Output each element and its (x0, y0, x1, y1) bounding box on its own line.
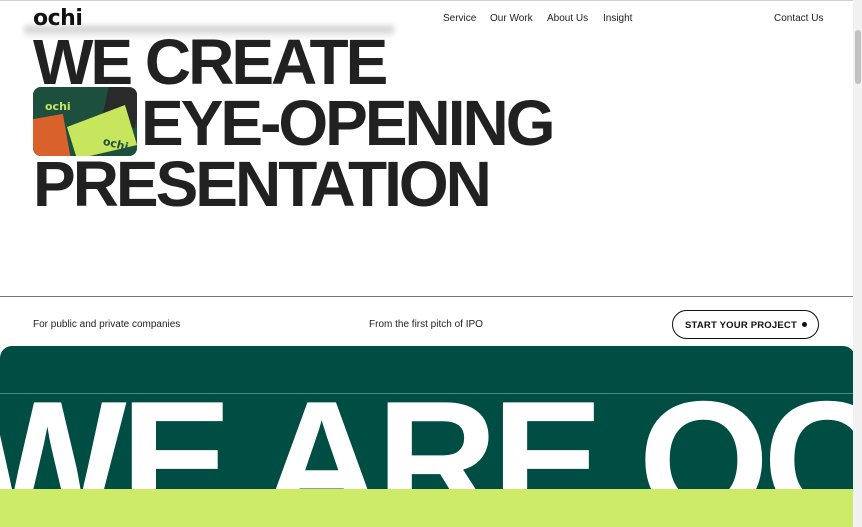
thumbnail-graphic: ochi ochi (33, 87, 137, 156)
nav-link-contact-us[interactable]: Contact Us (774, 13, 823, 24)
start-project-button[interactable]: START YOUR PROJECT (672, 310, 819, 339)
info-first-pitch: From the first pitch of IPO (369, 319, 483, 330)
hero-thumbnail-image: ochi ochi (33, 87, 137, 156)
nav-link-our-work[interactable]: Our Work (490, 13, 533, 24)
nav-link-service[interactable]: Service (443, 13, 476, 24)
nav-link-about-us[interactable]: About Us (547, 13, 588, 24)
thumbnail-logo-top: ochi (45, 100, 71, 113)
start-project-label: START YOUR PROJECT (685, 320, 797, 331)
section-divider (0, 296, 855, 297)
nav-link-insight[interactable]: Insight (603, 13, 632, 24)
hero-line-1: WE CREATE (33, 26, 388, 98)
hero-line-3: PRESENTATION (33, 148, 492, 220)
info-public-private: For public and private companies (33, 319, 181, 330)
hero-line-2: EYE-OPENING (141, 87, 556, 159)
lime-section (0, 489, 855, 527)
scrollbar-thumb[interactable] (855, 30, 861, 84)
dot-icon (802, 322, 807, 327)
